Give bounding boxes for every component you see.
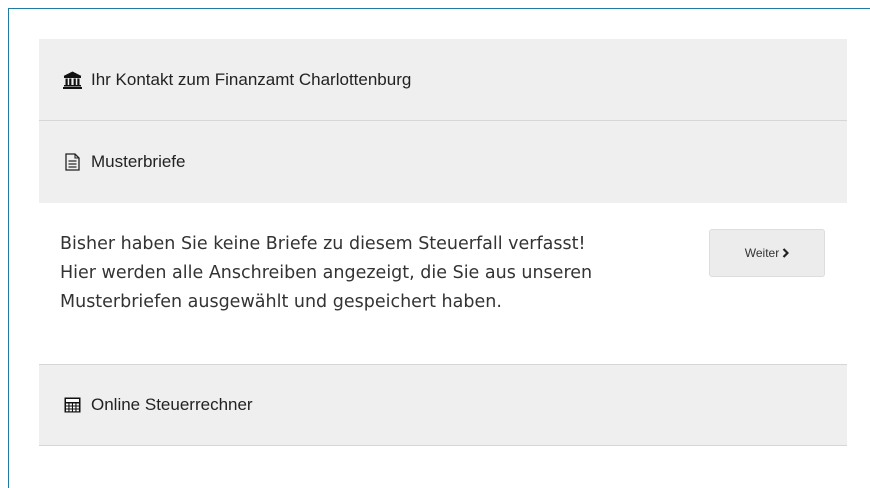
panel-heading-label: Ihr Kontakt zum Finanzamt Charlottenburg bbox=[91, 69, 412, 89]
musterbriefe-message: Bisher haben Sie keine Briefe zu diesem … bbox=[60, 230, 700, 317]
message-line: Hier werden alle Anschreiben angezeigt, … bbox=[60, 263, 593, 283]
panel-list: Ihr Kontakt zum Finanzamt Charlottenburg… bbox=[39, 39, 847, 446]
panel-heading-label: Musterbriefe bbox=[91, 152, 186, 171]
chevron-right-icon bbox=[782, 246, 790, 261]
message-line: Musterbriefen ausgewählt und gespeichert… bbox=[60, 292, 502, 312]
panel-heading-steuerrechner[interactable]: Online Steuerrechner bbox=[39, 364, 847, 446]
bank-icon bbox=[62, 70, 82, 90]
calculator-icon bbox=[62, 395, 82, 415]
musterbriefe-panel-body: Bisher haben Sie keine Briefe zu diesem … bbox=[39, 203, 847, 364]
weiter-button[interactable]: Weiter bbox=[709, 229, 825, 277]
document-icon bbox=[62, 152, 82, 172]
panel-heading-musterbriefe[interactable]: Musterbriefe bbox=[39, 121, 847, 203]
weiter-button-label: Weiter bbox=[744, 246, 780, 260]
panel-heading-label: Online Steuerrechner bbox=[91, 395, 253, 414]
panel-heading-kontakt[interactable]: Ihr Kontakt zum Finanzamt Charlottenburg bbox=[39, 39, 847, 121]
message-line: Bisher haben Sie keine Briefe zu diesem … bbox=[60, 234, 586, 254]
